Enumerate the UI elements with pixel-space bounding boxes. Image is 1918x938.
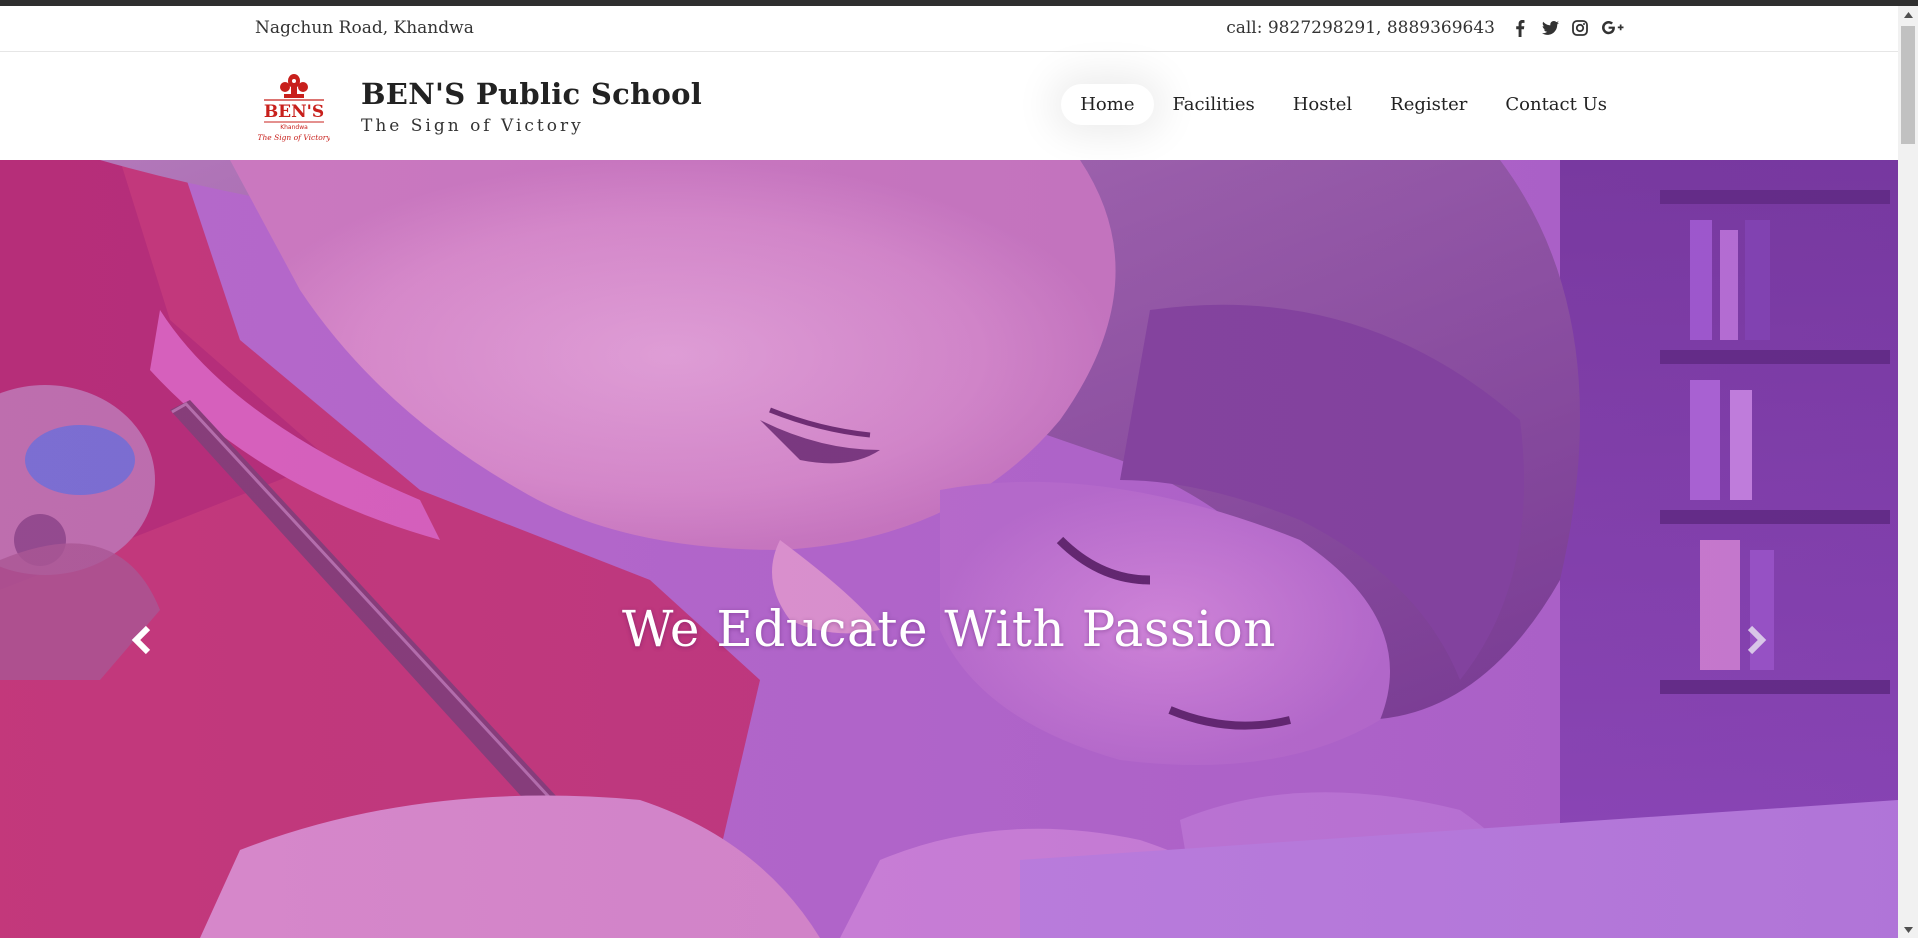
scroll-down-arrow-icon[interactable] — [1898, 921, 1918, 938]
instagram-icon[interactable] — [1571, 19, 1589, 37]
nav-contact-us[interactable]: Contact Us — [1486, 84, 1626, 125]
svg-text:BEN'S: BEN'S — [264, 102, 324, 122]
nav-facilities[interactable]: Facilities — [1154, 84, 1274, 125]
svg-text:Khandwa: Khandwa — [280, 124, 308, 131]
nav-home[interactable]: Home — [1061, 84, 1154, 125]
nav-hostel[interactable]: Hostel — [1274, 84, 1371, 125]
phone-text: call: 9827298291, 8889369643 — [1226, 18, 1495, 38]
school-tagline: The Sign of Victory — [361, 116, 584, 136]
vertical-scrollbar[interactable] — [1898, 6, 1918, 938]
school-logo[interactable]: BEN'S Khandwa The Sign of Victory — [257, 69, 331, 145]
carousel-prev-button[interactable] — [128, 620, 158, 660]
svg-text:The Sign of Victory: The Sign of Victory — [258, 133, 330, 142]
site-header: BEN'S Khandwa The Sign of Victory BEN'S … — [0, 53, 1898, 160]
hero-heading: We Educate With Passion — [622, 600, 1276, 658]
address-text: Nagchun Road, Khandwa — [255, 18, 474, 38]
page: Nagchun Road, Khandwa call: 9827298291, … — [0, 6, 1898, 938]
chevron-left-icon — [131, 625, 151, 655]
hero-image — [0, 160, 1898, 938]
top-info-bar: Nagchun Road, Khandwa call: 9827298291, … — [0, 6, 1898, 52]
chevron-right-icon — [1747, 625, 1767, 655]
school-name[interactable]: BEN'S Public School — [361, 77, 702, 111]
hero-carousel: We Educate With Passion — [0, 160, 1898, 938]
google-plus-icon[interactable] — [1601, 19, 1625, 37]
main-nav: Home Facilities Hostel Register Contact … — [1061, 84, 1626, 125]
contact-group: call: 9827298291, 8889369643 — [1226, 18, 1625, 38]
twitter-icon[interactable] — [1541, 19, 1559, 37]
scroll-up-arrow-icon[interactable] — [1898, 6, 1918, 23]
nav-register[interactable]: Register — [1371, 84, 1486, 125]
scrollbar-thumb[interactable] — [1901, 26, 1915, 144]
carousel-next-button[interactable] — [1740, 620, 1770, 660]
facebook-icon[interactable] — [1511, 19, 1529, 37]
